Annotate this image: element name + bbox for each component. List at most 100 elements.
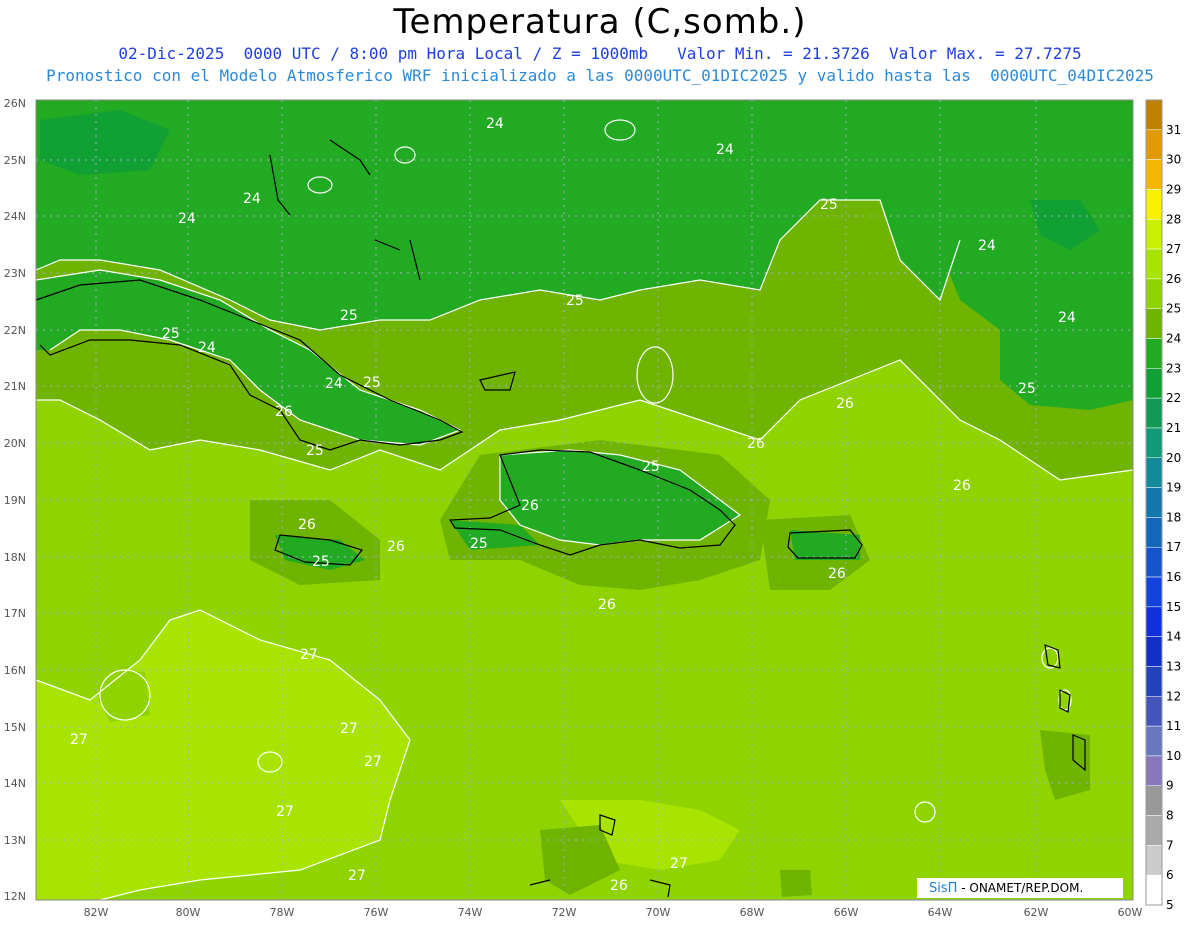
contour-label: 24 — [325, 376, 343, 392]
lat-label: 21N — [4, 380, 26, 393]
colorbar-swatch — [1145, 815, 1163, 846]
sispi-logo-text: SisΠ — [929, 881, 958, 896]
contour-label: 27 — [70, 732, 88, 748]
colorbar-label: 17 — [1166, 540, 1181, 554]
colorbar-swatch — [1145, 606, 1163, 637]
contour-label: 27 — [300, 647, 318, 663]
colorbar-label: 25 — [1166, 302, 1181, 316]
colorbar-swatch — [1145, 725, 1163, 757]
colorbar-label: 7 — [1166, 838, 1174, 852]
contour-label: 25 — [340, 308, 358, 324]
colorbar-label: 5 — [1166, 898, 1174, 912]
colorbar-swatch — [1145, 636, 1163, 667]
contour-label: 25 — [363, 375, 381, 391]
colorbar-swatch — [1145, 368, 1163, 399]
band-24-25-pr — [790, 530, 860, 560]
contour-label: 25 — [312, 554, 330, 570]
colorbar-swatch — [1145, 338, 1163, 369]
colorbar-swatch — [1145, 487, 1163, 518]
contour-label: 26 — [387, 539, 405, 555]
colorbar-swatch — [1145, 159, 1163, 190]
contour-label: 24 — [716, 142, 734, 158]
lat-label: 17N — [4, 607, 26, 620]
latitude-labels: 26N 25N 24N 23N 22N 21N 20N 19N 18N 17N … — [4, 97, 26, 903]
lat-label: 23N — [4, 267, 26, 280]
colorbar: 31 30 29 28 27 26 25 24 23 22 21 20 19 18 17 16 15 14 13 12… — [1145, 99, 1181, 912]
lon-label: 68W — [740, 906, 765, 919]
contour-label: 25 — [162, 326, 180, 342]
contour-label: 27 — [276, 804, 294, 820]
contour-label: 25 — [306, 443, 324, 459]
contour-label: 26 — [747, 436, 765, 452]
lat-label: 14N — [4, 777, 26, 790]
lon-label: 76W — [364, 906, 389, 919]
contour-label: 25 — [642, 459, 660, 475]
lat-label: 25N — [4, 154, 26, 167]
colorbar-swatch — [1145, 845, 1163, 876]
lon-label: 64W — [928, 906, 953, 919]
lat-label: 12N — [4, 890, 26, 903]
contour-label: 27 — [340, 721, 358, 737]
lon-label: 66W — [834, 906, 859, 919]
contour-label: 24 — [178, 211, 196, 227]
contour-label: 25 — [820, 197, 838, 213]
contour-label: 25 — [1018, 381, 1036, 397]
contour-label: 26 — [836, 396, 854, 412]
colorbar-swatch — [1145, 99, 1163, 131]
lat-label: 26N — [4, 97, 26, 110]
colorbar-swatch — [1145, 696, 1163, 727]
lon-label: 80W — [176, 906, 201, 919]
contour-label: 26 — [610, 878, 628, 894]
colorbar-swatch — [1145, 546, 1163, 578]
colorbar-swatch — [1145, 874, 1163, 906]
colorbar-label: 19 — [1166, 481, 1181, 495]
contour-label: 27 — [364, 754, 382, 770]
colorbar-label: 12 — [1166, 689, 1181, 703]
contour-label: 24 — [198, 340, 216, 356]
lon-label: 72W — [552, 906, 577, 919]
colorbar-swatch — [1145, 517, 1163, 548]
colorbar-swatch — [1145, 397, 1163, 429]
colorbar-label: 26 — [1166, 272, 1181, 286]
contour-label: 24 — [1058, 310, 1076, 326]
colorbar-label: 15 — [1166, 600, 1181, 614]
lat-label: 15N — [4, 721, 26, 734]
contour-label: 26 — [521, 498, 539, 514]
lon-label: 60W — [1118, 906, 1143, 919]
colorbar-label: 24 — [1166, 332, 1181, 346]
colorbar-label: 28 — [1166, 212, 1181, 226]
contour-label: 26 — [298, 517, 316, 533]
colorbar-swatch — [1145, 427, 1163, 459]
temperature-map: 24 24 24 24 24 24 24 24 25 25 25 25 25 2… — [4, 97, 1182, 919]
lat-label: 20N — [4, 437, 26, 450]
colorbar-swatch — [1145, 248, 1163, 280]
lon-label: 78W — [270, 906, 295, 919]
contour-label: 25 — [470, 536, 488, 552]
contour-label: 26 — [598, 597, 616, 613]
colorbar-label: 20 — [1166, 451, 1181, 465]
contour-label: 25 — [566, 293, 584, 309]
colorbar-label: 8 — [1166, 809, 1174, 823]
colorbar-label: 16 — [1166, 570, 1181, 584]
lat-label: 16N — [4, 664, 26, 677]
colorbar-label: 29 — [1166, 182, 1181, 196]
colorbar-swatch — [1145, 576, 1163, 608]
lat-label: 22N — [4, 324, 26, 337]
colorbar-label: 9 — [1166, 779, 1174, 793]
contour-label: 27 — [348, 868, 366, 884]
colorbar-label: 30 — [1166, 153, 1181, 167]
lon-label: 70W — [646, 906, 671, 919]
contour-label: 26 — [828, 566, 846, 582]
colorbar-swatch — [1145, 308, 1163, 339]
credit-text: - ONAMET/REP.DOM. — [957, 881, 1084, 895]
contour-label: 26 — [275, 404, 293, 420]
lat-label: 19N — [4, 494, 26, 507]
lon-label: 62W — [1024, 906, 1049, 919]
colorbar-swatch — [1145, 457, 1163, 488]
lat-label: 13N — [4, 834, 26, 847]
contour-label: 24 — [486, 116, 504, 132]
colorbar-label: 11 — [1166, 719, 1181, 733]
colorbar-label: 22 — [1166, 391, 1181, 405]
contour-label: 26 — [953, 478, 971, 494]
colorbar-swatch — [1145, 755, 1163, 786]
